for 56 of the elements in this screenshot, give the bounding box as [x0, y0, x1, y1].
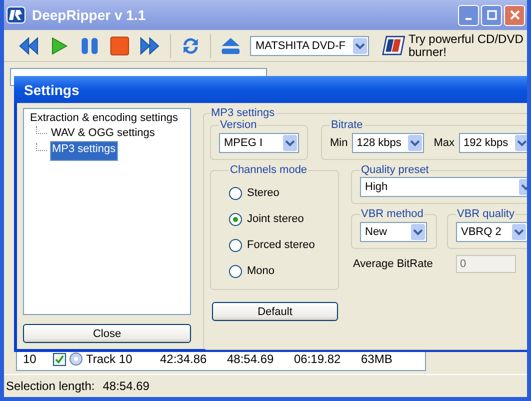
average-bitrate-field[interactable]: 0 [456, 255, 516, 273]
vbr-quality-dropdown[interactable]: VBRQ 2 [456, 222, 527, 242]
maximize-button[interactable] [481, 4, 502, 26]
table-cell-text: 10 [23, 352, 38, 366]
group-title: Channels mode [229, 164, 308, 176]
group-title: MP3 settings [210, 107, 276, 119]
table-cell-text: 06:19.82 [294, 352, 342, 366]
radio-button[interactable] [229, 264, 242, 278]
min-label: Min [330, 137, 348, 149]
table-cell-text: Track 10 [86, 352, 134, 366]
app-logo-icon [6, 6, 26, 24]
rewind-icon[interactable] [18, 34, 40, 56]
radio-label: Stereo [247, 187, 280, 199]
db-logo-icon[interactable] [382, 35, 406, 56]
minimize-icon [465, 18, 472, 20]
disc-icon [69, 352, 83, 366]
minimize-button[interactable] [458, 4, 479, 26]
status-value: 48:54.69 [102, 379, 150, 393]
radio-button[interactable] [229, 238, 242, 252]
drive-dropdown[interactable]: MATSHITA DVD-F [250, 36, 370, 56]
group-title: VBR method [360, 208, 424, 220]
checkbox[interactable] [53, 352, 66, 366]
status-label: Selection length: [6, 379, 95, 393]
window-title: DeepRipper v 1.1 [32, 7, 147, 23]
dropdown-arrow-icon[interactable] [514, 135, 527, 151]
min-bitrate-dropdown[interactable]: 128 kbps [352, 133, 424, 153]
close-button[interactable] [504, 4, 525, 26]
table-cell-text: 63MB [361, 352, 394, 366]
average-bitrate-label: Average BitRate [353, 258, 434, 270]
radio-button[interactable] [229, 212, 242, 226]
table-cell-text: 42:34.86 [160, 352, 208, 366]
dialog-title: Settings [24, 82, 80, 98]
radio-label: Forced stereo [247, 239, 315, 251]
radio-label: Joint stereo [247, 213, 304, 225]
stop-icon[interactable] [109, 34, 130, 56]
table-cell-text: 48:54.69 [227, 352, 275, 366]
group-title: Quality preset [360, 164, 430, 176]
close-icon [510, 10, 520, 20]
promo-link[interactable]: Try powerful CD/DVD burner! [408, 32, 527, 58]
group-title: Bitrate [330, 119, 364, 131]
close-button[interactable]: Close [23, 324, 191, 343]
default-button[interactable]: Default [212, 302, 338, 321]
group-title: VBR quality [456, 208, 516, 220]
tree-item[interactable]: WAV & OGG settings [50, 126, 156, 141]
max-bitrate-dropdown[interactable]: 192 kbps [458, 133, 527, 153]
quality-preset-dropdown[interactable]: High [360, 177, 527, 197]
tree-item[interactable]: MP3 settings [50, 141, 118, 161]
vbr-method-dropdown[interactable]: New [360, 222, 427, 242]
version-dropdown[interactable]: MPEG I [219, 133, 299, 153]
radio-button[interactable] [229, 186, 242, 200]
radio-label: Mono [247, 265, 275, 277]
maximize-icon [486, 10, 496, 20]
fast-forward-icon[interactable] [139, 34, 161, 56]
max-label: Max [434, 137, 455, 149]
group-title: Version [219, 119, 258, 131]
tree-item[interactable]: Extraction & encoding settings [29, 111, 179, 126]
